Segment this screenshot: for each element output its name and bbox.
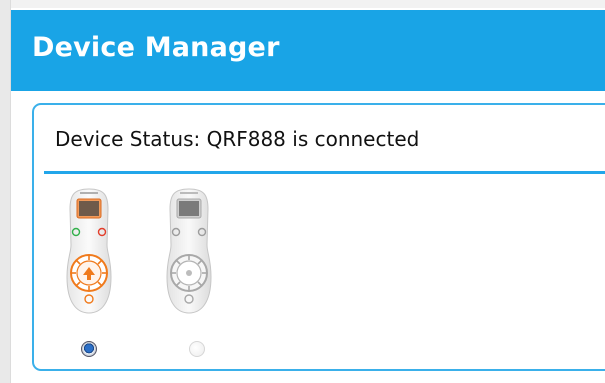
title-bar: Device Manager [11,10,605,91]
device-radio-orange[interactable] [81,341,97,357]
device-status-panel: Device Status: QRF888 is connected [32,103,605,371]
remote-orange-icon[interactable] [64,187,114,337]
device-manager-window: Device Manager Device Status: QRF888 is … [11,8,605,383]
background-edge [0,0,11,383]
device-status-label: Device Status: QRF888 is connected [55,127,420,151]
window-title: Device Manager [32,32,280,63]
remote-gray-icon[interactable] [164,187,214,337]
device-radio-gray[interactable] [189,341,205,357]
status-divider [44,171,605,174]
